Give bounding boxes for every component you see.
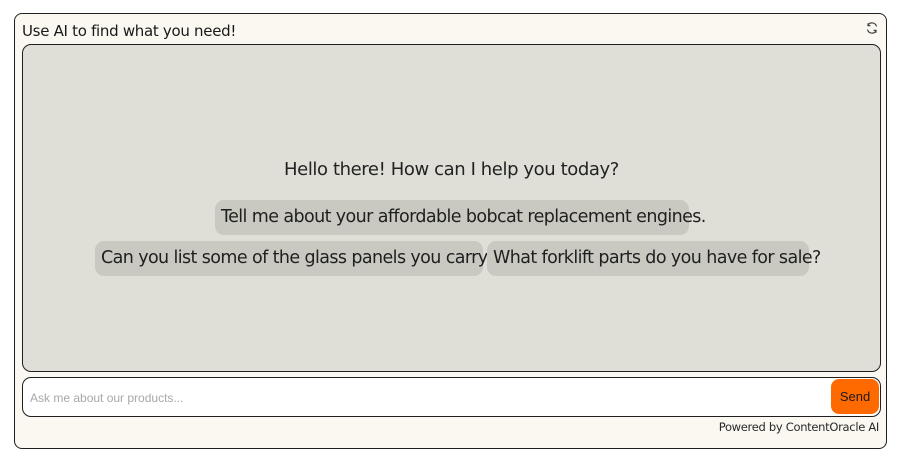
powered-by-footer: Powered by ContentOracle AI (718, 420, 880, 434)
suggestion-chip[interactable]: Tell me about your affordable bobcat rep… (215, 200, 706, 235)
refresh-icon[interactable] (865, 21, 879, 35)
send-button[interactable]: Send (831, 379, 879, 414)
message-input-row: Send (22, 377, 881, 417)
chat-widget: Use AI to find what you need! Hello ther… (14, 13, 887, 449)
message-input[interactable] (28, 384, 822, 412)
chat-area: Hello there! How can I help you today? T… (22, 44, 881, 372)
widget-title: Use AI to find what you need! (22, 22, 237, 40)
greeting-message: Hello there! How can I help you today? (284, 159, 619, 180)
suggestion-chip[interactable]: Can you list some of the glass panels yo… (95, 241, 497, 276)
suggestion-chip[interactable]: What forklift parts do you have for sale… (487, 241, 821, 276)
